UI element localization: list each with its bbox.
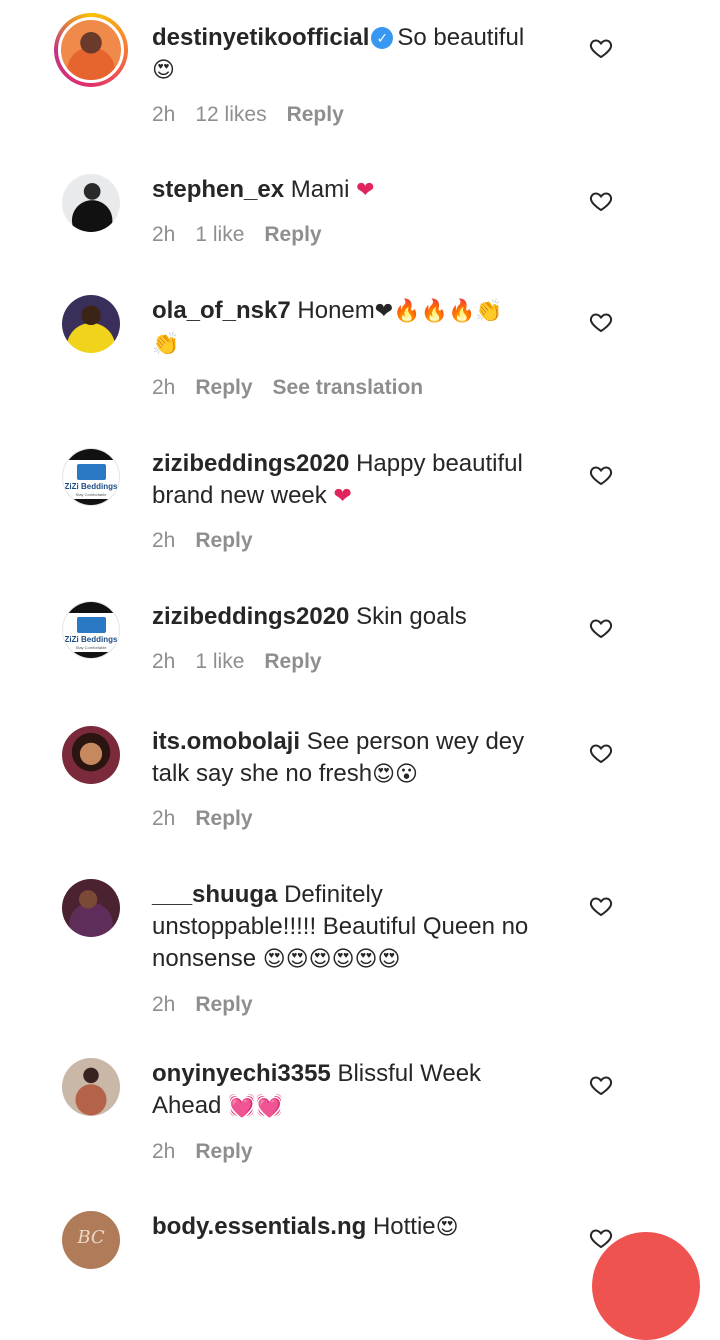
reply-button[interactable]: Reply — [264, 223, 321, 246]
verified-badge-icon: ✓ — [371, 27, 394, 49]
comment-time: 2h — [152, 993, 176, 1016]
heart-outline-icon[interactable] — [589, 310, 613, 334]
comment-text: zizibeddings2020 Skin goals — [152, 601, 552, 633]
heart-outline-icon[interactable] — [589, 36, 613, 60]
reply-button[interactable]: Reply — [287, 103, 344, 126]
comment-emoji: ❤🔥🔥🔥👏 — [374, 299, 503, 324]
comment-likes[interactable]: 1 like — [195, 223, 244, 246]
avatar[interactable]: BC — [62, 1211, 120, 1269]
comment-body: So beautiful — [397, 24, 525, 51]
comment-body: Ahead — [152, 1092, 222, 1119]
comment-body: Honem — [297, 297, 375, 324]
comment-meta: 2h 12 likes Reply — [152, 101, 364, 129]
comment-emoji: 😍😮 — [372, 762, 418, 787]
comment-username[interactable]: its.omobolaji — [152, 728, 300, 755]
comment-time: 2h — [152, 223, 176, 246]
comment-username[interactable]: zizibeddings2020 — [152, 450, 349, 477]
comment-likes[interactable]: 1 like — [195, 650, 244, 673]
comment-meta: 2h Reply — [152, 991, 273, 1019]
comment-text: zizibeddings2020 Happy beautiful brand n… — [152, 448, 552, 513]
comment-time: 2h — [152, 807, 176, 830]
heart-outline-icon[interactable] — [589, 1073, 613, 1097]
comment-username[interactable]: stephen_ex — [152, 176, 284, 203]
comment-username[interactable]: zizibeddings2020 — [152, 603, 349, 630]
comment-time: 2h — [152, 1140, 176, 1163]
comment-text: its.omobolaji See person wey dey talk sa… — [152, 726, 552, 791]
comment-emoji: 😍 — [435, 1215, 459, 1240]
comment-body: Skin goals — [356, 603, 467, 630]
comment-username[interactable]: onyinyechi3355 — [152, 1060, 331, 1087]
avatar-logo-title: ZiZi Beddings — [64, 635, 118, 644]
comment-body: Happy beautiful — [356, 450, 523, 477]
avatar-logo-subtitle: Stay Comfortable — [75, 645, 107, 650]
avatar[interactable]: ZiZi Beddings Stay Comfortable — [62, 448, 120, 506]
comment-time: 2h — [152, 103, 176, 126]
avatar[interactable] — [62, 1058, 120, 1116]
comment-meta: 2h Reply See translation — [152, 374, 443, 402]
comment-text: destinyetikoofficial ✓ So beautiful 😍 — [152, 22, 552, 87]
reply-button[interactable]: Reply — [195, 376, 252, 399]
comment-meta: 2h Reply — [152, 527, 273, 555]
heart-outline-icon[interactable] — [589, 616, 613, 640]
reply-button[interactable]: Reply — [195, 993, 252, 1016]
see-translation-button[interactable]: See translation — [273, 376, 424, 399]
comment-meta: 2h 1 like Reply — [152, 648, 342, 676]
comment-body: Hottie — [372, 1213, 436, 1240]
avatar-logo-subtitle: Stay Comfortable — [75, 492, 107, 497]
reply-button[interactable]: Reply — [195, 807, 252, 830]
comment-time: 2h — [152, 376, 176, 399]
comment-emoji: ❤ — [333, 484, 352, 509]
comment-text: ola_of_nsk7 Honem❤🔥🔥🔥👏 👏 — [152, 295, 552, 361]
avatar-logo-title: ZiZi Beddings — [64, 482, 118, 491]
comment-body: talk say she no fresh — [152, 760, 373, 787]
avatar-monogram: BC — [77, 1227, 105, 1248]
comment-body: See person wey dey — [306, 728, 525, 755]
comment-text: stephen_ex Mami ❤ — [152, 174, 552, 207]
heart-outline-icon[interactable] — [589, 463, 613, 487]
comment-body: Mami — [290, 176, 350, 203]
comment-body: brand new week — [152, 482, 327, 509]
comment-username[interactable]: ___shuuga — [152, 881, 277, 908]
comment-emoji: 😍😍😍😍😍😍 — [262, 947, 401, 972]
comment-likes[interactable]: 12 likes — [195, 103, 266, 126]
reply-button[interactable]: Reply — [264, 650, 321, 673]
avatar[interactable] — [62, 174, 120, 232]
avatar[interactable] — [54, 13, 128, 87]
comment-body: Blissful Week — [337, 1060, 482, 1087]
comment-username[interactable]: destinyetikoofficial — [152, 24, 369, 51]
avatar[interactable] — [62, 726, 120, 784]
comment-text: onyinyechi3355 Blissful Week Ahead 💓💓 — [152, 1058, 552, 1123]
comment-emoji: 💓💓 — [228, 1094, 283, 1119]
heart-outline-icon[interactable] — [589, 741, 613, 765]
comment-text: body.essentials.ng Hottie😍 — [152, 1211, 552, 1244]
comment-body: unstoppable!!!!! Beautiful Queen no — [152, 913, 529, 940]
comment-emoji: 👏 — [152, 332, 180, 357]
comment-emoji: ❤ — [356, 178, 375, 203]
avatar[interactable] — [62, 295, 120, 353]
heart-outline-icon[interactable] — [589, 189, 613, 213]
comment-body: Definitely — [284, 881, 383, 908]
avatar[interactable]: ZiZi Beddings Stay Comfortable — [62, 601, 120, 659]
floating-action-button[interactable] — [592, 1232, 700, 1340]
comment-meta: 2h Reply — [152, 1138, 273, 1166]
comment-meta: 2h Reply — [152, 805, 273, 833]
comment-username[interactable]: body.essentials.ng — [152, 1213, 366, 1240]
heart-outline-icon[interactable] — [589, 894, 613, 918]
reply-button[interactable]: Reply — [195, 1140, 252, 1163]
comment-emoji: 😍 — [152, 58, 175, 83]
comment-body: nonsense — [152, 945, 257, 972]
reply-button[interactable]: Reply — [195, 529, 252, 552]
comment-meta: 2h 1 like Reply — [152, 221, 342, 249]
comment-time: 2h — [152, 650, 176, 673]
comment-time: 2h — [152, 529, 176, 552]
comment-username[interactable]: ola_of_nsk7 — [152, 297, 291, 324]
avatar[interactable] — [62, 879, 120, 937]
comment-text: ___shuuga Definitely unstoppable!!!!! Be… — [152, 879, 572, 976]
